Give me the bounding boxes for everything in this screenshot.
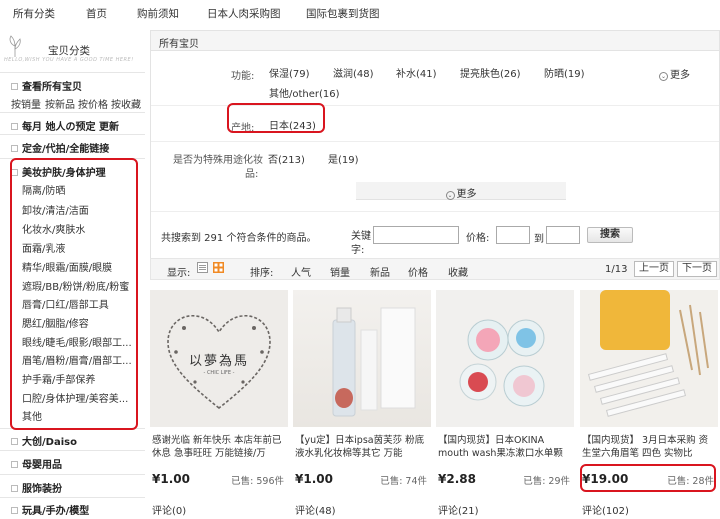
sidebar-section-monthly[interactable]: 每月 她人の预定 更新 (0, 112, 145, 133)
nav-japan-purchase[interactable]: 日本人肉采购图 (207, 6, 281, 21)
expand-box-icon (11, 507, 18, 514)
nav-purchase-notice[interactable]: 购前须知 (137, 6, 179, 21)
sort-favorites[interactable]: 收藏 (448, 264, 468, 279)
highlight-box-beauty (10, 158, 138, 430)
expand-box-icon (11, 123, 18, 130)
sidebar-section-daiso[interactable]: 大创/Daiso (0, 428, 145, 448)
sort-by-fav-link[interactable]: 按收藏 (111, 96, 141, 111)
result-count-text: 共搜索到 291 个符合条件的商品。 (161, 233, 317, 244)
product-price: ¥1.00 (152, 472, 190, 486)
more-function-button[interactable]: ⌄ 更多 (659, 66, 690, 81)
product-image[interactable]: 以夢為馬 - CHIC LIFE - (150, 290, 288, 427)
filter-option[interactable]: 滋润(48) (333, 65, 374, 80)
sidebar-section-deposit[interactable]: 定金/代拍/全能链接 (0, 134, 145, 156)
nav-parcel-arrival[interactable]: 国际包裹到货图 (306, 6, 380, 21)
chevron-down-icon: ⌄ (659, 72, 668, 81)
filter-option[interactable]: 否(213) (268, 151, 305, 166)
product-title[interactable]: 【国内现货】 3月日本采购 资生堂六角眉笔 四色 实物比 (582, 434, 716, 460)
leaf-icon (9, 35, 21, 57)
panel-title: 所有宝贝 (159, 39, 199, 50)
price-label: 价格: (466, 233, 490, 244)
special-use-label: 是否为特殊用途化妆 (173, 155, 263, 166)
highlight-box-price (580, 464, 716, 492)
sort-sales[interactable]: 销量 (330, 264, 350, 279)
all-items-section: 查看所有宝贝 按销量 按新品 按价格 按收藏 (0, 72, 145, 112)
product-sold: 已售: 74件 (380, 476, 427, 487)
chevron-down-icon: ⌄ (445, 191, 455, 200)
keyword-label: 关键 (351, 231, 371, 242)
keyword-input[interactable] (373, 226, 459, 244)
price-to-label: 到 (534, 234, 544, 245)
nav-all-categories[interactable]: 所有分类 (13, 6, 55, 21)
product-image[interactable] (436, 290, 574, 427)
filter-option[interactable]: 其他/other(16) (269, 85, 340, 100)
nav-home[interactable]: 首页 (86, 6, 107, 21)
product-title[interactable]: 【国内现货】日本OKINA mouth wash果冻漱口水单颗 (438, 434, 572, 460)
expand-box-icon (11, 438, 18, 445)
sidebar-section-toys[interactable]: 玩具/手办/模型 (0, 497, 145, 519)
filter-option[interactable]: 保湿(79) (269, 65, 310, 80)
sort-bar: 显示: 排序: 人气 销量 新品 价格 收藏 1/13 上一页 下一页 (150, 258, 720, 280)
product-sold: 已售: 596件 (231, 476, 284, 487)
sort-by-sales-link[interactable]: 按销量 (11, 96, 41, 111)
divider (151, 141, 719, 142)
eyebrow-pencils-image (587, 290, 709, 417)
expand-box-icon (11, 145, 18, 152)
expand-box-icon (11, 83, 18, 90)
expand-box-icon (11, 461, 18, 468)
keyword-label-2: 字: (351, 245, 365, 256)
product-comments[interactable]: 评论(21) (438, 502, 479, 517)
filter-option[interactable]: 补水(41) (396, 65, 437, 80)
product-title[interactable]: 【yu定】日本ipsa茵芙莎 粉底液水乳化妆棉等其它 万能 (295, 434, 429, 460)
sidebar-title: 宝贝分类 (48, 45, 90, 57)
sort-by-price-link[interactable]: 按价格 (78, 96, 108, 111)
product-comments[interactable]: 评论(102) (582, 502, 629, 517)
sidebar-section-apparel[interactable]: 服饰装扮 (0, 474, 145, 496)
top-nav: 所有分类 首页 购前须知 日本人肉采购图 国际包裹到货图 (0, 0, 720, 26)
grid-view-icon[interactable] (213, 262, 224, 276)
product-comments[interactable]: 评论(0) (152, 502, 186, 517)
sidebar-slogan: HELLO,WISH YOU HAVE A GOOD TIME HERE! (4, 57, 134, 63)
ipsa-bottles-image (332, 307, 416, 417)
sort-by-new-link[interactable]: 按新品 (45, 96, 75, 111)
product-price: ¥1.00 (295, 472, 333, 486)
product-sold: 已售: 29件 (523, 476, 570, 487)
sidebar-section-baby[interactable]: 母婴用品 (0, 450, 145, 472)
product-comments[interactable]: 评论(48) (295, 502, 336, 517)
sidebar-header: 宝贝分类 HELLO,WISH YOU HAVE A GOOD TIME HER… (0, 30, 145, 72)
sort-new[interactable]: 新品 (370, 264, 390, 279)
product-price: ¥2.88 (438, 472, 476, 486)
divider (151, 211, 719, 212)
product-title[interactable]: 感谢光临 新年快乐 本店年前已休息 急事旺旺 万能链接/万 (152, 434, 286, 460)
product-image[interactable] (293, 290, 431, 427)
view-all-link[interactable]: 查看所有宝贝 (11, 78, 82, 93)
sort-price[interactable]: 价格 (408, 264, 428, 279)
product-image[interactable] (580, 290, 718, 427)
function-label: 功能: (231, 71, 255, 82)
special-use-label-2: 品: (245, 169, 259, 180)
highlight-box-origin (227, 103, 325, 133)
filter-option[interactable]: 是(19) (328, 151, 359, 166)
image-caption: 以夢為馬 (188, 354, 249, 369)
filter-option[interactable]: 提亮肤色(26) (460, 65, 521, 80)
next-page-button[interactable]: 下一页 (677, 261, 717, 277)
list-view-icon[interactable] (197, 262, 208, 276)
price-max-input[interactable] (546, 226, 580, 244)
panel-header: 所有宝贝 (151, 31, 719, 51)
filter-panel: 所有宝贝 功能: 保湿(79) 滋润(48) 补水(41) 提亮肤色(26) 防… (150, 30, 720, 260)
mouthwash-pods-image (459, 319, 545, 407)
image-subcaption: - CHIC LIFE - (203, 370, 235, 376)
filter-option[interactable]: 防晒(19) (544, 65, 585, 80)
expand-box-icon (11, 485, 18, 492)
more-filters-button[interactable]: ⌄ 更多 (356, 182, 566, 200)
search-button[interactable]: 搜索 (587, 227, 633, 243)
price-min-input[interactable] (496, 226, 530, 244)
prev-page-button[interactable]: 上一页 (634, 261, 674, 277)
display-label: 显示: (167, 268, 191, 279)
sort-popularity[interactable]: 人气 (291, 264, 311, 279)
sort-label: 排序: (250, 268, 274, 279)
page-indicator: 1/13 (605, 264, 628, 275)
